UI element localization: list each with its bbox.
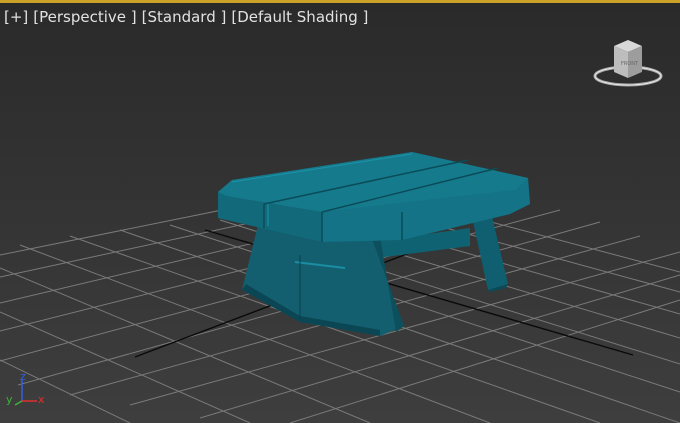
- axis-z-label: z: [20, 370, 26, 383]
- perspective-viewport[interactable]: [+] [Perspective ] [Standard ] [Default Sha…: [0, 0, 680, 423]
- viewport-style-menu[interactable]: [Standard ]: [142, 8, 227, 26]
- shading-menu[interactable]: [Default Shading ]: [231, 8, 368, 26]
- axis-tripod: z x y: [6, 370, 45, 406]
- axis-y-label: y: [6, 393, 13, 406]
- viewcube-front-label: FRONT: [621, 61, 639, 67]
- axis-x-label: x: [38, 393, 45, 406]
- scene-view[interactable]: [0, 0, 680, 423]
- viewcube-icon[interactable]: FRONT: [592, 36, 664, 90]
- viewport-general-menu[interactable]: [+]: [4, 8, 28, 26]
- point-of-view-menu[interactable]: [Perspective ]: [33, 8, 136, 26]
- viewport-label-menu: [+] [Perspective ] [Standard ] [Default Sha…: [4, 8, 373, 26]
